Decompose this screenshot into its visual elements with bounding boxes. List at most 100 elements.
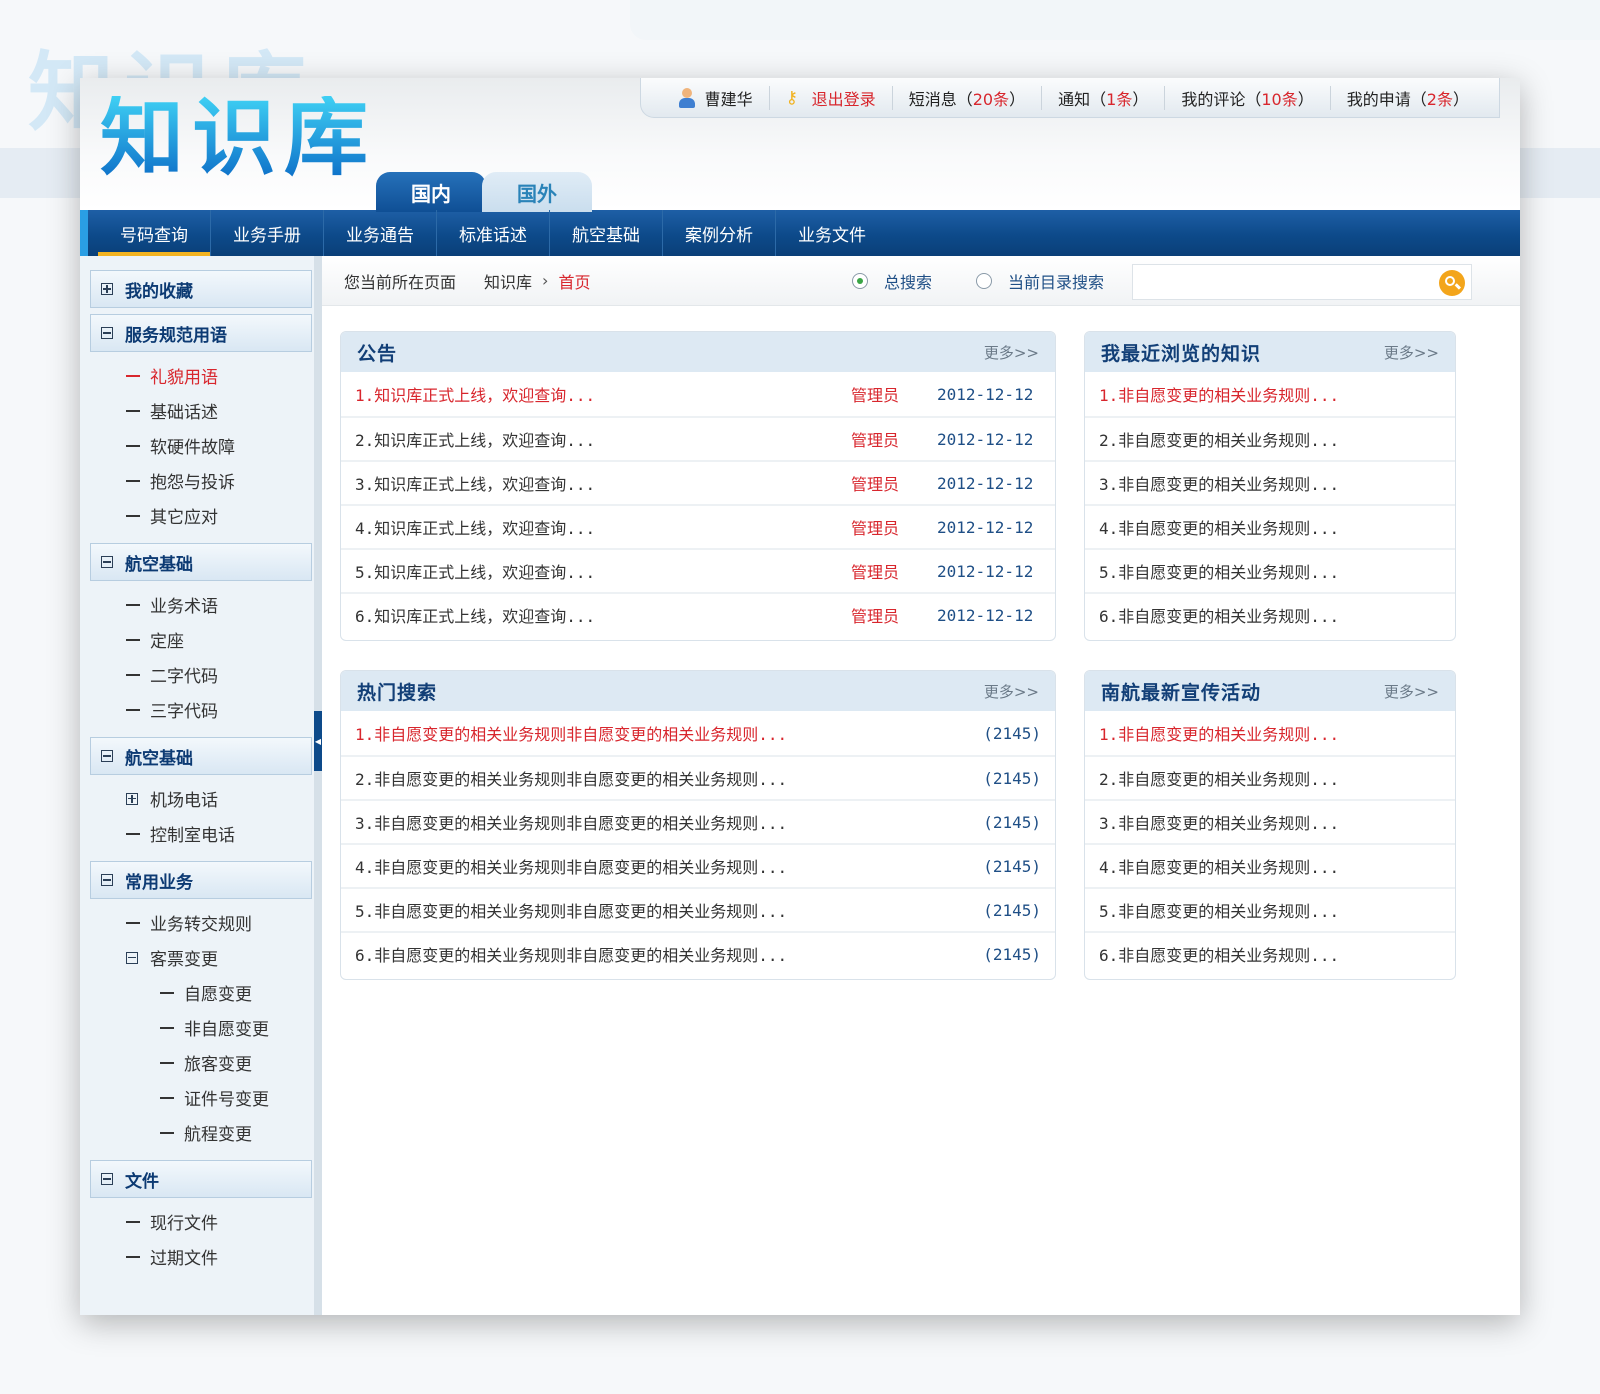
breadcrumb-root[interactable]: 知识库 [484, 269, 532, 293]
list-item[interactable]: 3.知识库正式上线，欢迎查询... 管理员 2012-12-12 [341, 460, 1055, 504]
logout-link[interactable]: ⚷ 退出登录 [768, 85, 892, 110]
dash-icon [126, 1255, 140, 1258]
sidebar-group-common-business[interactable]: 常用业务 [90, 861, 312, 899]
dash-icon [126, 444, 140, 447]
panel-header: 我最近浏览的知识 更多>> [1085, 332, 1455, 372]
sidebar-item[interactable]: 抱怨与投诉 [90, 463, 314, 498]
list-item[interactable]: 3.非自愿变更的相关业务规则... [1085, 460, 1455, 504]
radio-global-search-label[interactable]: 总搜索 [884, 269, 932, 293]
tab-international[interactable]: 国外 [482, 172, 592, 212]
list-item[interactable]: 2.非自愿变更的相关业务规则... [1085, 416, 1455, 460]
messages-link[interactable]: 短消息（20条） [891, 85, 1041, 110]
list-item[interactable]: 5.非自愿变更的相关业务规则... [1085, 548, 1455, 592]
sidebar-group-aviation-basics-2[interactable]: 航空基础 [90, 737, 312, 775]
more-link[interactable]: 更多>> [984, 342, 1039, 363]
radio-global-search[interactable] [852, 273, 868, 289]
list-item[interactable]: 4.非自愿变更的相关业务规则... [1085, 843, 1455, 887]
list-item[interactable]: 6.知识库正式上线，欢迎查询... 管理员 2012-12-12 [341, 592, 1055, 636]
breadcrumb-separator: › [542, 271, 549, 290]
sidebar-subitem[interactable]: 旅客变更 [90, 1045, 314, 1080]
list-item[interactable]: 2.非自愿变更的相关业务规则... [1085, 755, 1455, 799]
radio-current-dir-search-label[interactable]: 当前目录搜索 [1008, 269, 1104, 293]
search-input[interactable] [1132, 264, 1472, 300]
item-author: 管理员 [851, 386, 900, 405]
list-item[interactable]: 4.知识库正式上线，欢迎查询... 管理员 2012-12-12 [341, 504, 1055, 548]
list-item[interactable]: 6.非自愿变更的相关业务规则... [1085, 592, 1455, 636]
radio-current-dir-search[interactable] [976, 273, 993, 289]
sidebar-item-label: 现行文件 [150, 1214, 218, 1234]
nav-aviation-basics[interactable]: 航空基础 [550, 210, 663, 256]
search-icon[interactable] [1439, 270, 1465, 296]
item-title: 6.知识库正式上线，欢迎查询... [355, 607, 596, 626]
logout-label: 退出登录 [811, 89, 876, 109]
sidebar-item[interactable]: 业务转交规则 [90, 905, 314, 940]
list-item[interactable]: 5.非自愿变更的相关业务规则非自愿变更的相关业务规则... (2145) [341, 887, 1055, 931]
sidebar-item[interactable]: 机场电话 [90, 781, 314, 816]
sidebar-group-favorites[interactable]: 我的收藏 [90, 270, 312, 308]
list-item[interactable]: 1.非自愿变更的相关业务规则... [1085, 711, 1455, 755]
sidebar-group-files[interactable]: 文件 [90, 1160, 312, 1198]
comments-link[interactable]: 我的评论（10条） [1164, 85, 1329, 110]
sidebar-subitem[interactable]: 自愿变更 [90, 975, 314, 1010]
sidebar-group-items: 机场电话 控制室电话 [90, 781, 314, 851]
sidebar-item[interactable]: 三字代码 [90, 692, 314, 727]
more-link[interactable]: 更多>> [1384, 342, 1439, 363]
more-link[interactable]: 更多>> [984, 681, 1039, 702]
nav-number-lookup[interactable]: 号码查询 [98, 210, 211, 256]
list-item[interactable]: 2.知识库正式上线，欢迎查询... 管理员 2012-12-12 [341, 416, 1055, 460]
list-item[interactable]: 6.非自愿变更的相关业务规则非自愿变更的相关业务规则... (2145) [341, 931, 1055, 975]
sidebar-item[interactable]: 客票变更 [90, 940, 314, 975]
more-link[interactable]: 更多>> [1384, 681, 1439, 702]
sidebar-item[interactable]: 软硬件故障 [90, 428, 314, 463]
sidebar-group-service-terms[interactable]: 服务规范用语 [90, 314, 312, 352]
list-item[interactable]: 3.非自愿变更的相关业务规则非自愿变更的相关业务规则... (2145) [341, 799, 1055, 843]
sidebar-item[interactable]: 二字代码 [90, 657, 314, 692]
messages-label: 短消息 [908, 89, 957, 109]
sidebar-item[interactable]: 业务术语 [90, 587, 314, 622]
nav-standard-scripts[interactable]: 标准话述 [437, 210, 550, 256]
item-title: 3.知识库正式上线，欢迎查询... [355, 475, 596, 494]
list-item[interactable]: 4.非自愿变更的相关业务规则非自愿变更的相关业务规则... (2145) [341, 843, 1055, 887]
sidebar-item[interactable]: 现行文件 [90, 1204, 314, 1239]
group-title: 服务规范用语 [125, 325, 227, 346]
collapse-icon [126, 951, 138, 964]
item-title: 5.非自愿变更的相关业务规则非自愿变更的相关业务规则... [355, 902, 788, 921]
nav-business-files[interactable]: 业务文件 [776, 210, 888, 256]
nav-business-manual[interactable]: 业务手册 [211, 210, 324, 256]
list-item[interactable]: 4.非自愿变更的相关业务规则... [1085, 504, 1455, 548]
item-title: 4.非自愿变更的相关业务规则... [1099, 519, 1340, 538]
list-item[interactable]: 5.知识库正式上线，欢迎查询... 管理员 2012-12-12 [341, 548, 1055, 592]
nav-business-notice[interactable]: 业务通告 [324, 210, 437, 256]
tab-domestic[interactable]: 国内 [376, 172, 486, 212]
sidebar-group-items: 现行文件 过期文件 [90, 1204, 314, 1274]
sidebar-item-label: 航程变更 [184, 1125, 252, 1145]
list-item[interactable]: 3.非自愿变更的相关业务规则... [1085, 799, 1455, 843]
sidebar-item[interactable]: 控制室电话 [90, 816, 314, 851]
sidebar-subitem[interactable]: 非自愿变更 [90, 1010, 314, 1045]
user-name[interactable]: 曹建华 [663, 86, 769, 110]
sidebar-item[interactable]: 过期文件 [90, 1239, 314, 1274]
list-item[interactable]: 2.非自愿变更的相关业务规则非自愿变更的相关业务规则... (2145) [341, 755, 1055, 799]
list-item[interactable]: 5.非自愿变更的相关业务规则... [1085, 887, 1455, 931]
nav-case-analysis[interactable]: 案例分析 [663, 210, 776, 256]
sidebar-item[interactable]: 基础话述 [90, 393, 314, 428]
list-item[interactable]: 6.非自愿变更的相关业务规则... [1085, 931, 1455, 975]
sidebar-subitem[interactable]: 证件号变更 [90, 1080, 314, 1115]
dash-icon [160, 991, 174, 994]
sidebar-item[interactable]: 定座 [90, 622, 314, 657]
sidebar-collapse-handle[interactable]: ◀ [314, 711, 322, 771]
item-title: 5.非自愿变更的相关业务规则... [1099, 902, 1340, 921]
collapse-icon [101, 327, 113, 339]
sidebar-group-aviation-basics[interactable]: 航空基础 [90, 543, 312, 581]
list-item[interactable]: 1.知识库正式上线，欢迎查询... 管理员 2012-12-12 [341, 372, 1055, 416]
requests-link[interactable]: 我的申请（2条） [1329, 85, 1485, 110]
list-item[interactable]: 1.非自愿变更的相关业务规则非自愿变更的相关业务规则... (2145) [341, 711, 1055, 755]
sidebar-subitem[interactable]: 航程变更 [90, 1115, 314, 1150]
list-item[interactable]: 1.非自愿变更的相关业务规则... [1085, 372, 1455, 416]
group-title: 航空基础 [125, 554, 193, 575]
sidebar-item-label: 二字代码 [150, 667, 218, 687]
notices-link[interactable]: 通知（1条） [1041, 85, 1164, 110]
sidebar-item[interactable]: 其它应对 [90, 498, 314, 533]
group-title: 常用业务 [125, 872, 193, 893]
sidebar-item[interactable]: 礼貌用语 [90, 358, 314, 393]
